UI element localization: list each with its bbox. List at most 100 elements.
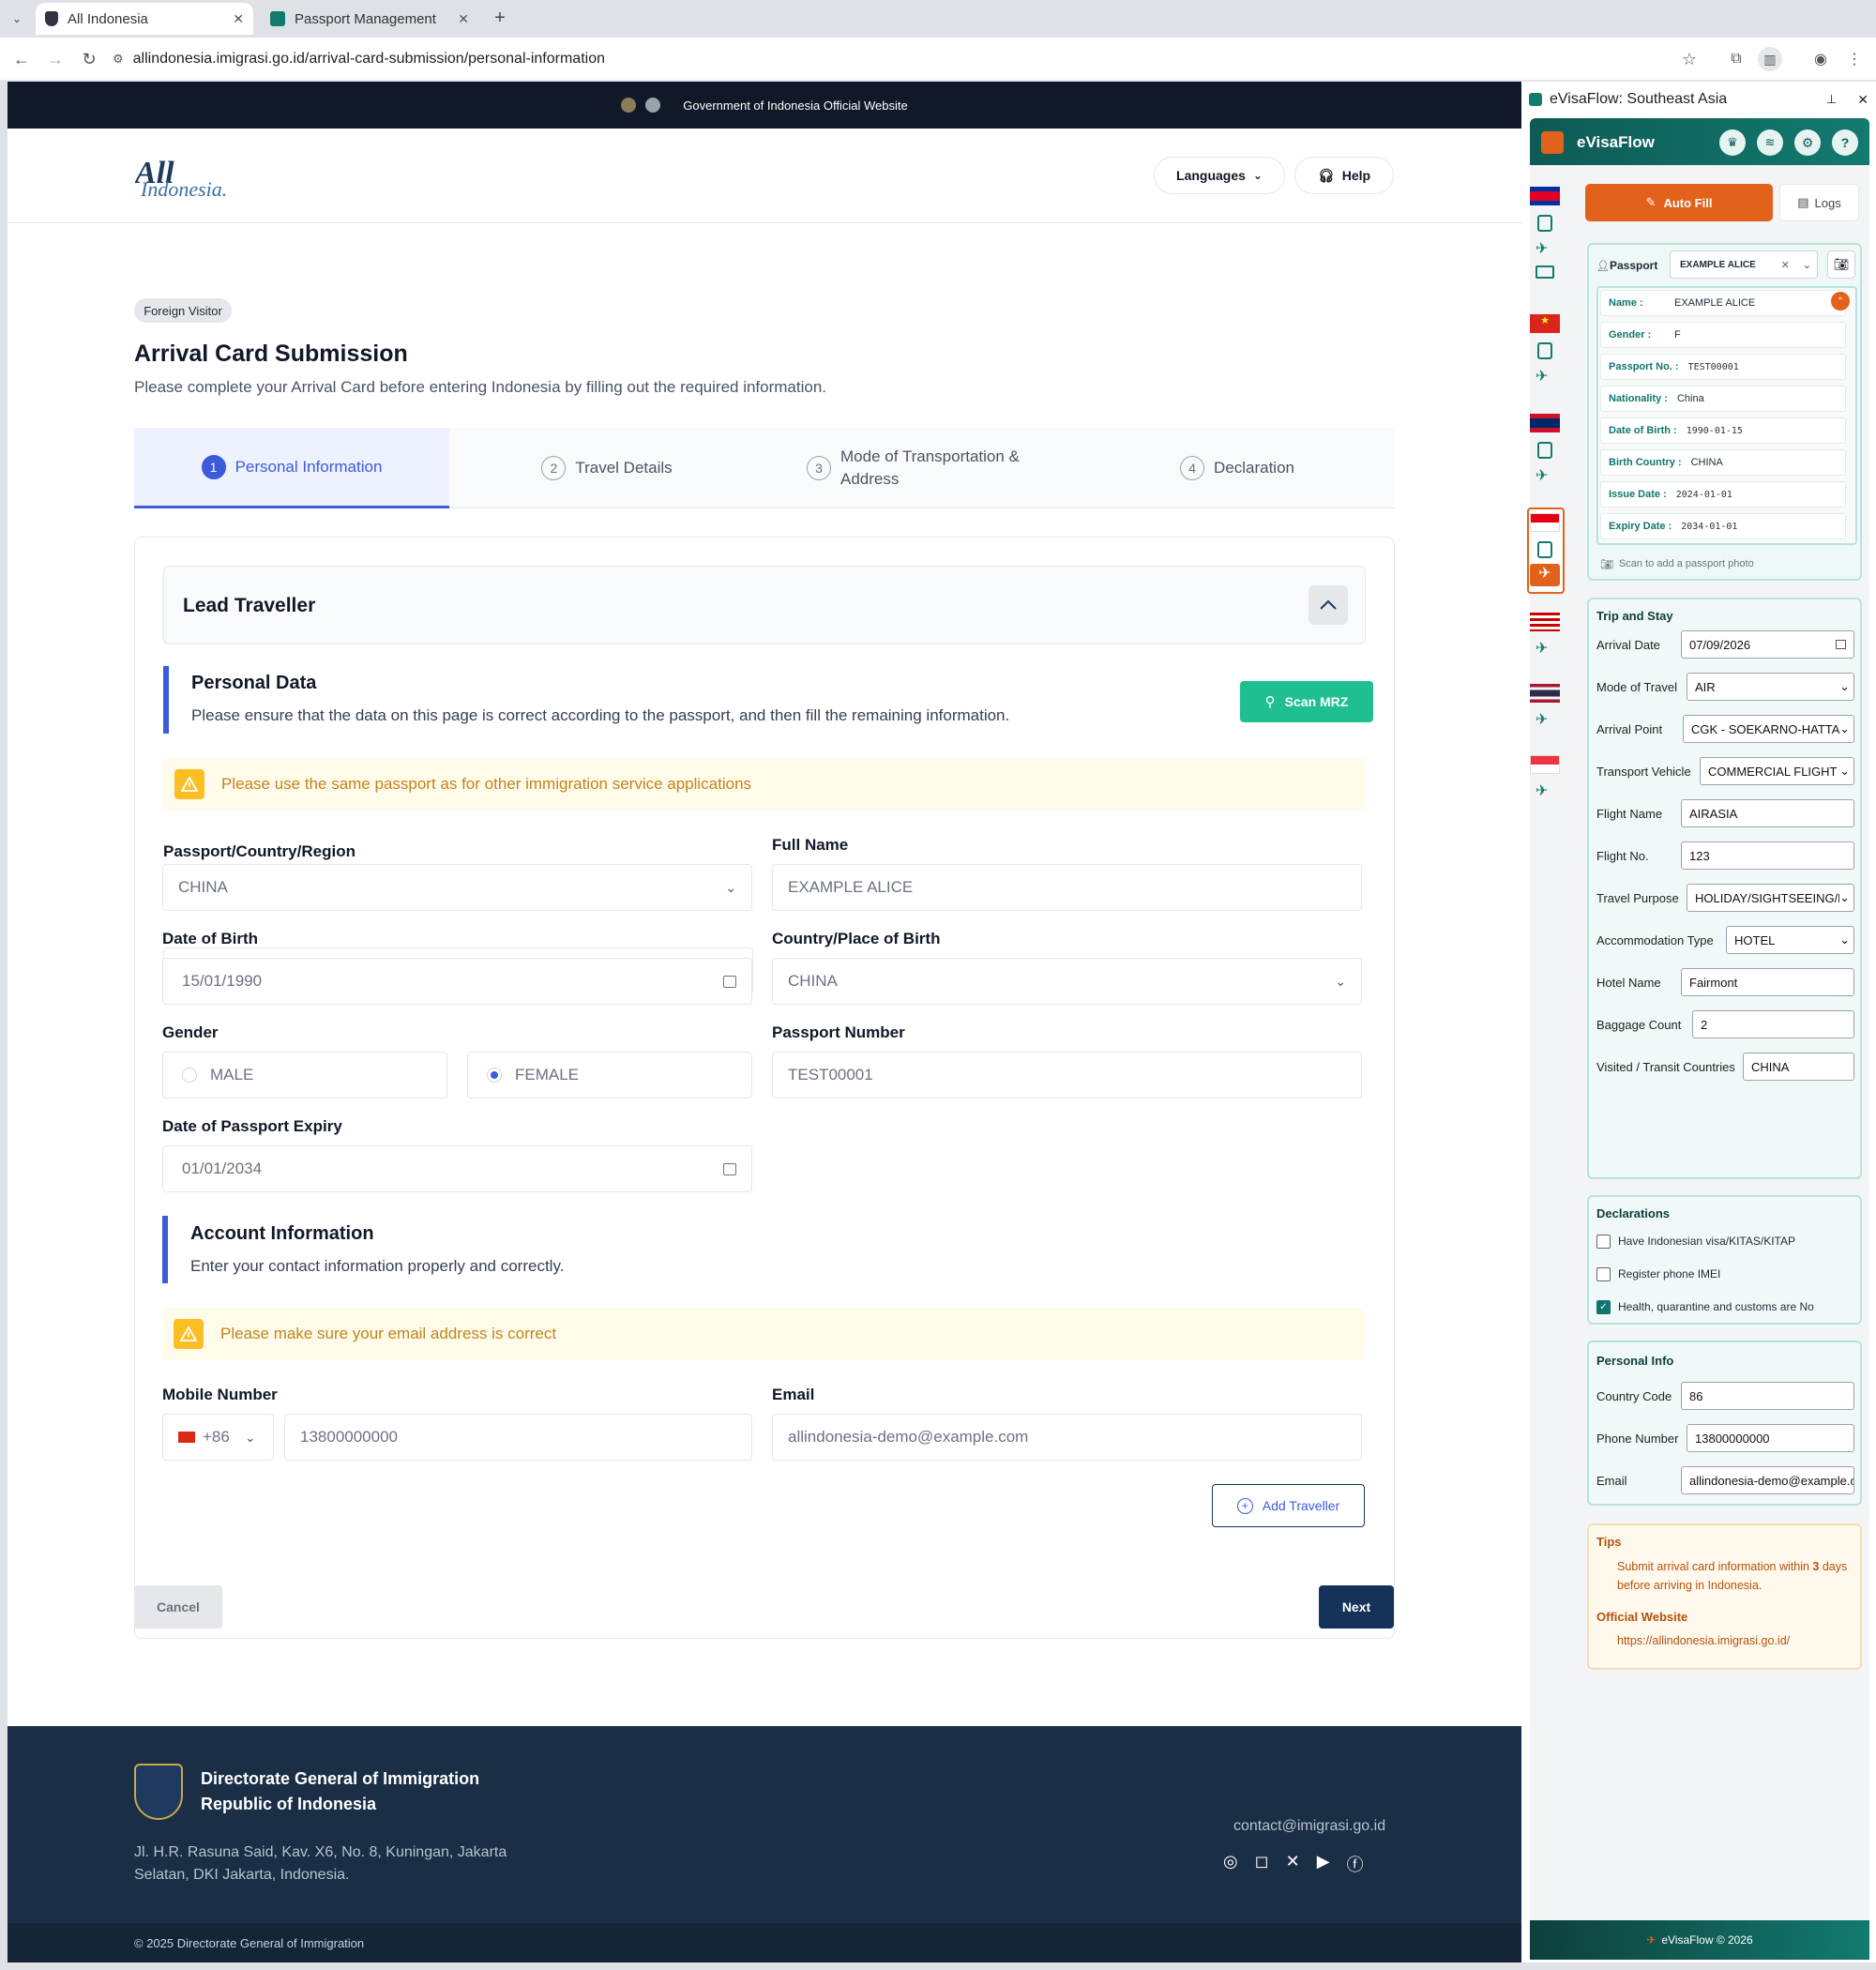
airplane-icon[interactable]: ✈︎	[1536, 466, 1548, 485]
reload-icon[interactable]: ↻	[77, 47, 101, 71]
extensions-icon[interactable]: ⧉	[1724, 47, 1748, 71]
flight-name-input[interactable]: AIRASIA	[1681, 799, 1854, 827]
arrival-point-select[interactable]: CGK - SOEKARNO-HATTA AIRPORT⌄	[1683, 715, 1854, 743]
close-icon[interactable]: ✕	[1857, 92, 1868, 108]
airplane-icon[interactable]: ✈︎	[1536, 710, 1548, 729]
passport-row-name: Name : EXAMPLE ALICE	[1600, 290, 1846, 316]
full-name-input[interactable]: EXAMPLE ALICE	[772, 864, 1362, 911]
baggage-count-input[interactable]: 2	[1692, 1010, 1854, 1038]
declaration-visa-checkbox[interactable]: Have Indonesian visa/KITAS/KITAP	[1596, 1235, 1795, 1250]
official-website-link[interactable]: https://allindonesia.imigrasi.go.id/	[1617, 1634, 1790, 1647]
add-traveller-button[interactable]: + Add Traveller	[1212, 1484, 1365, 1527]
country-code-input[interactable]: 86	[1681, 1382, 1854, 1410]
collapse-icon[interactable]: ⌃	[1831, 292, 1850, 311]
trip-row: Baggage Count	[1596, 1010, 1681, 1038]
cambodia-flag[interactable]	[1530, 187, 1560, 205]
clear-icon[interactable]: ✕	[1781, 259, 1790, 271]
calendar-icon[interactable]	[723, 975, 736, 988]
phone-number-input[interactable]: 13800000000	[1687, 1424, 1854, 1452]
malaysia-flag[interactable]	[1530, 613, 1560, 631]
gender-male-radio[interactable]: MALE	[162, 1052, 447, 1099]
auto-fill-label: Auto Fill	[1663, 195, 1713, 210]
travel-purpose-select[interactable]: HOLIDAY/SIGHTSEEING/LEISURE⌄	[1687, 884, 1854, 912]
gear-icon[interactable]: ⚙	[1794, 129, 1821, 156]
id-card-icon[interactable]	[1536, 265, 1554, 279]
row-value: 13800000000	[1695, 1431, 1770, 1446]
passport-expiry-input[interactable]: 01/01/2034	[162, 1145, 752, 1192]
vietnam-flag[interactable]: ★	[1530, 314, 1560, 333]
back-icon[interactable]: ←	[9, 47, 34, 71]
declaration-imei-checkbox[interactable]: Register phone IMEI	[1596, 1267, 1720, 1282]
accommodation-type-select[interactable]: HOTEL ⌄	[1726, 926, 1854, 954]
row-value: HOTEL	[1734, 932, 1776, 947]
close-icon[interactable]: ✕	[233, 11, 244, 27]
birth-place-select[interactable]: CHINA ⌄	[772, 958, 1362, 1005]
close-icon[interactable]: ✕	[458, 11, 469, 27]
email-input[interactable]: allindonesia-demo@example.com	[1681, 1466, 1854, 1494]
auto-fill-button[interactable]: ✎ Auto Fill	[1585, 184, 1773, 221]
account-info-title: Account Information	[190, 1223, 374, 1244]
dob-input[interactable]: 15/01/1990	[162, 958, 752, 1005]
indonesia-flag[interactable]	[1530, 513, 1560, 532]
airplane-icon[interactable]: ✈︎	[1536, 367, 1548, 386]
camera-button[interactable]: 📷︎	[1827, 250, 1855, 279]
airplane-icon[interactable]: ✈︎	[1536, 781, 1548, 800]
database-icon[interactable]: ≋	[1757, 129, 1783, 156]
passport-icon[interactable]	[1537, 442, 1552, 459]
personal-info-card: Personal Info Country Code 86 Phone Numb…	[1587, 1341, 1862, 1506]
row-value: TEST00001	[1687, 361, 1739, 372]
calendar-icon[interactable]	[723, 1162, 736, 1175]
forward-icon[interactable]: →	[43, 47, 68, 71]
tab-passport-management[interactable]: Passport Management ✕	[261, 3, 478, 35]
passport-icon[interactable]	[1537, 215, 1552, 232]
declaration-health-checkbox[interactable]: ✓ Health, quarantine and customs are No	[1596, 1300, 1814, 1315]
row-key: Transport Vehicle	[1596, 764, 1691, 779]
row-key: Arrival Date	[1596, 637, 1660, 652]
bookmark-star-icon[interactable]: ☆	[1677, 47, 1702, 71]
calendar-icon[interactable]	[1836, 640, 1846, 649]
site-info-icon[interactable]: ⚙	[113, 52, 124, 67]
checkbox[interactable]	[1596, 1267, 1611, 1282]
gender-female-radio[interactable]: FEMALE	[467, 1052, 752, 1099]
mode-of-travel-select[interactable]: AIR ⌄	[1687, 673, 1854, 701]
row-key: Nationality :	[1609, 393, 1668, 404]
visited-countries-input[interactable]: CHINA	[1743, 1053, 1854, 1081]
passport-country-value: CHINA	[178, 878, 228, 896]
email-input[interactable]: allindonesia-demo@example.com	[772, 1414, 1362, 1461]
cancel-button[interactable]: Cancel	[134, 1585, 222, 1629]
passport-icon[interactable]	[1537, 342, 1552, 359]
checkbox-checked[interactable]: ✓	[1596, 1300, 1611, 1315]
airplane-icon[interactable]: ✈︎	[1536, 639, 1548, 658]
passport-select[interactable]: EXAMPLE ALICE ✕ ⌄	[1670, 250, 1818, 279]
flight-no-input[interactable]: 123	[1681, 841, 1854, 870]
airplane-icon[interactable]: ✈︎	[1530, 564, 1560, 586]
passport-icon[interactable]	[1537, 541, 1552, 558]
transport-vehicle-select[interactable]: COMMERCIAL FLIGHT ⌄	[1700, 757, 1854, 785]
birth-place-value: CHINA	[788, 972, 838, 990]
logs-button[interactable]: ▤ Logs	[1779, 184, 1859, 221]
menu-icon[interactable]: ⋮	[1842, 47, 1867, 71]
hotel-name-input[interactable]: Fairmont	[1681, 968, 1854, 996]
crown-icon[interactable]: ♛	[1719, 129, 1746, 156]
scan-hint[interactable]: 📷︎ Scan to add a passport photo	[1600, 558, 1754, 570]
tab-list-icon[interactable]: ⌄	[8, 9, 26, 28]
new-tab-button[interactable]: +	[488, 6, 512, 30]
passport-number-input[interactable]: TEST00001	[772, 1052, 1362, 1099]
singapore-flag[interactable]	[1530, 755, 1560, 774]
country-code-select[interactable]: +86 ⌄	[162, 1414, 274, 1461]
side-panel-icon[interactable]: ▥	[1758, 47, 1782, 71]
thailand-flag[interactable]	[1530, 684, 1560, 703]
chevron-down-icon: ⌄	[1839, 932, 1850, 947]
airplane-icon[interactable]: ✈︎	[1536, 239, 1548, 258]
mobile-number-input[interactable]: 13800000000	[284, 1414, 752, 1461]
help-icon[interactable]: ?	[1832, 129, 1858, 156]
next-button[interactable]: Next	[1319, 1585, 1394, 1629]
checkbox[interactable]	[1596, 1235, 1611, 1250]
profile-icon[interactable]: ◉	[1808, 47, 1833, 71]
passport-country-select[interactable]: CHINA ⌄	[162, 864, 752, 911]
laos-flag[interactable]	[1530, 414, 1560, 432]
tab-all-indonesia[interactable]: All Indonesia ✕	[36, 3, 253, 35]
arrival-date-input[interactable]: 07/09/2026	[1681, 630, 1854, 659]
pin-icon[interactable]: ⊥	[1826, 92, 1837, 107]
address-bar[interactable]: ⚙ allindonesia.imigrasi.go.id/arrival-ca…	[113, 44, 1707, 74]
